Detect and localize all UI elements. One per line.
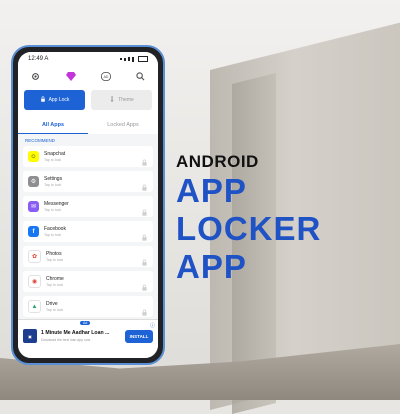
lock-icon[interactable] — [141, 253, 148, 266]
app-subtitle: Tap to lock — [44, 233, 62, 237]
ad-subtitle: Download the best loan app now — [41, 338, 91, 342]
lock-icon[interactable] — [141, 303, 148, 316]
app-meta: Messenger Tap to lock — [44, 201, 141, 212]
brush-icon — [109, 96, 115, 104]
app-subtitle: Tap to lock — [44, 183, 62, 187]
lock-icon[interactable] — [141, 203, 148, 216]
signal-bar-4 — [132, 56, 134, 62]
tab-all-apps[interactable]: All Apps — [18, 116, 88, 134]
signal-bar-1 — [120, 58, 122, 60]
app-subtitle: Tap to lock — [44, 208, 62, 212]
app-name: Facebook — [44, 226, 66, 232]
theme-label: Theme — [118, 97, 134, 103]
lock-icon[interactable] — [141, 178, 148, 191]
ad-badge: Ad — [80, 321, 91, 325]
lock-icon[interactable] — [141, 153, 148, 166]
app-subtitle: Tap to lock — [44, 158, 62, 162]
snapchat-icon: ☺ — [28, 151, 39, 162]
settings-icon: ⚙ — [28, 176, 39, 187]
install-button[interactable]: INSTALL — [125, 330, 153, 343]
app-tabs: All Apps Locked Apps — [18, 116, 158, 134]
list-item[interactable]: ✉ Messenger Tap to lock — [23, 196, 153, 217]
app-name: Drive — [46, 301, 58, 307]
photos-icon: ✿ — [28, 250, 41, 263]
messenger-icon: ✉ — [28, 201, 39, 212]
theme-button[interactable]: Theme — [91, 90, 152, 110]
app-subtitle: Tap to lock — [46, 258, 64, 262]
list-item[interactable]: ▲ Drive Tap to lock — [23, 296, 153, 317]
app-list: ☺ Snapchat Tap to lock ⚙ Settings Tap to lock… — [18, 146, 158, 317]
signal-battery-group — [120, 56, 148, 62]
app-subtitle: Tap to lock — [46, 283, 64, 287]
status-bar: 12:49 A — [18, 52, 158, 66]
ad-banner[interactable]: Ad ⓘ ▣ 1 Minute Me Aadhar Loan ... Downl… — [18, 319, 158, 358]
signal-bar-3 — [128, 57, 130, 61]
headline: ANDROID APP LOCKER APP — [176, 152, 400, 286]
ad-free-icon[interactable]: AD — [98, 68, 114, 84]
list-item[interactable]: ✿ Photos Tap to lock — [23, 246, 153, 267]
app-meta: Drive Tap to lock — [46, 301, 141, 312]
status-time: 12:49 — [28, 56, 44, 62]
info-icon[interactable]: ⓘ — [150, 322, 155, 329]
app-meta: Settings Tap to lock — [44, 176, 141, 187]
chrome-icon: ◉ — [28, 275, 41, 288]
lock-icon[interactable] — [141, 228, 148, 241]
app-name: Chrome — [46, 276, 64, 282]
drive-icon: ▲ — [28, 300, 41, 313]
list-item[interactable]: ◉ Chrome Tap to lock — [23, 271, 153, 292]
app-name: Messenger — [44, 201, 69, 207]
app-meta: Photos Tap to lock — [46, 251, 141, 262]
top-toolbar: AD — [18, 66, 158, 86]
diamond-icon[interactable] — [63, 68, 79, 84]
mode-switch: App Lock Theme — [18, 86, 158, 116]
app-meta: Snapchat Tap to lock — [44, 151, 141, 162]
app-name: Photos — [46, 251, 62, 257]
tab-locked-apps[interactable]: Locked Apps — [88, 116, 158, 134]
battery-icon — [138, 56, 148, 62]
phone-frame: 12:49 A AD App Lock Theme All Apps Locke… — [11, 45, 165, 365]
headline-line3: APP — [176, 248, 247, 285]
svg-text:AD: AD — [103, 75, 108, 79]
phone-side-button — [163, 100, 165, 118]
app-name: Snapchat — [44, 151, 66, 157]
headline-line1: ANDROID — [176, 152, 259, 171]
app-lock-button[interactable]: App Lock — [24, 90, 85, 110]
ad-app-icon: ▣ — [23, 329, 37, 343]
signal-bar-2 — [124, 57, 126, 61]
ad-title: 1 Minute Me Aadhar Loan ... — [41, 330, 110, 336]
list-item[interactable]: ☺ Snapchat Tap to lock — [23, 146, 153, 167]
app-meta: Facebook Tap to lock — [44, 226, 141, 237]
status-indicator: A — [44, 56, 49, 62]
status-time-group: 12:49 A — [28, 56, 48, 62]
gear-icon[interactable] — [28, 68, 44, 84]
app-meta: Chrome Tap to lock — [46, 276, 141, 287]
app-lock-label: App Lock — [48, 97, 70, 103]
headline-line2: APP LOCKER — [176, 172, 322, 247]
section-label: RECOMMEND — [25, 138, 55, 143]
search-icon[interactable] — [133, 68, 149, 84]
list-item[interactable]: f Facebook Tap to lock — [23, 221, 153, 242]
list-item[interactable]: ⚙ Settings Tap to lock — [23, 171, 153, 192]
app-subtitle: Tap to lock — [46, 308, 64, 312]
phone-screen: 12:49 A AD App Lock Theme All Apps Locke… — [18, 52, 158, 358]
facebook-icon: f — [28, 226, 39, 237]
app-name: Settings — [44, 176, 63, 182]
lock-mode-icon — [40, 96, 46, 104]
lock-icon[interactable] — [141, 278, 148, 291]
